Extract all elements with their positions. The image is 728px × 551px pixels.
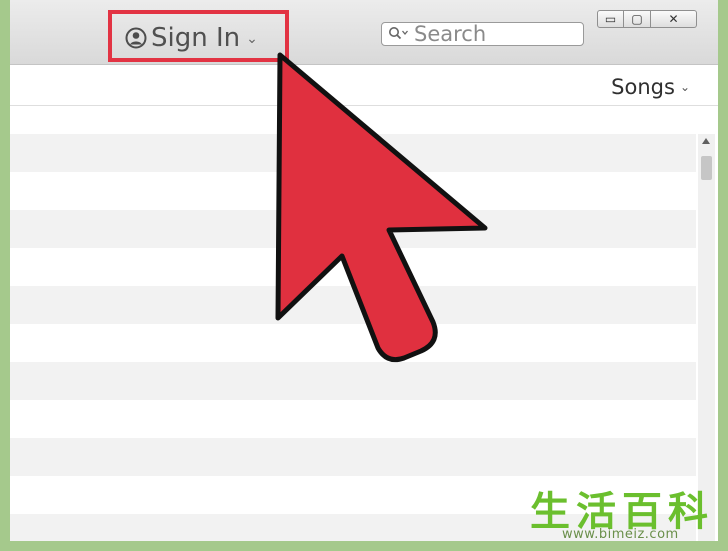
red-arrow-pointer <box>275 52 488 363</box>
watermark-url: www.bimeiz.com <box>562 527 679 542</box>
